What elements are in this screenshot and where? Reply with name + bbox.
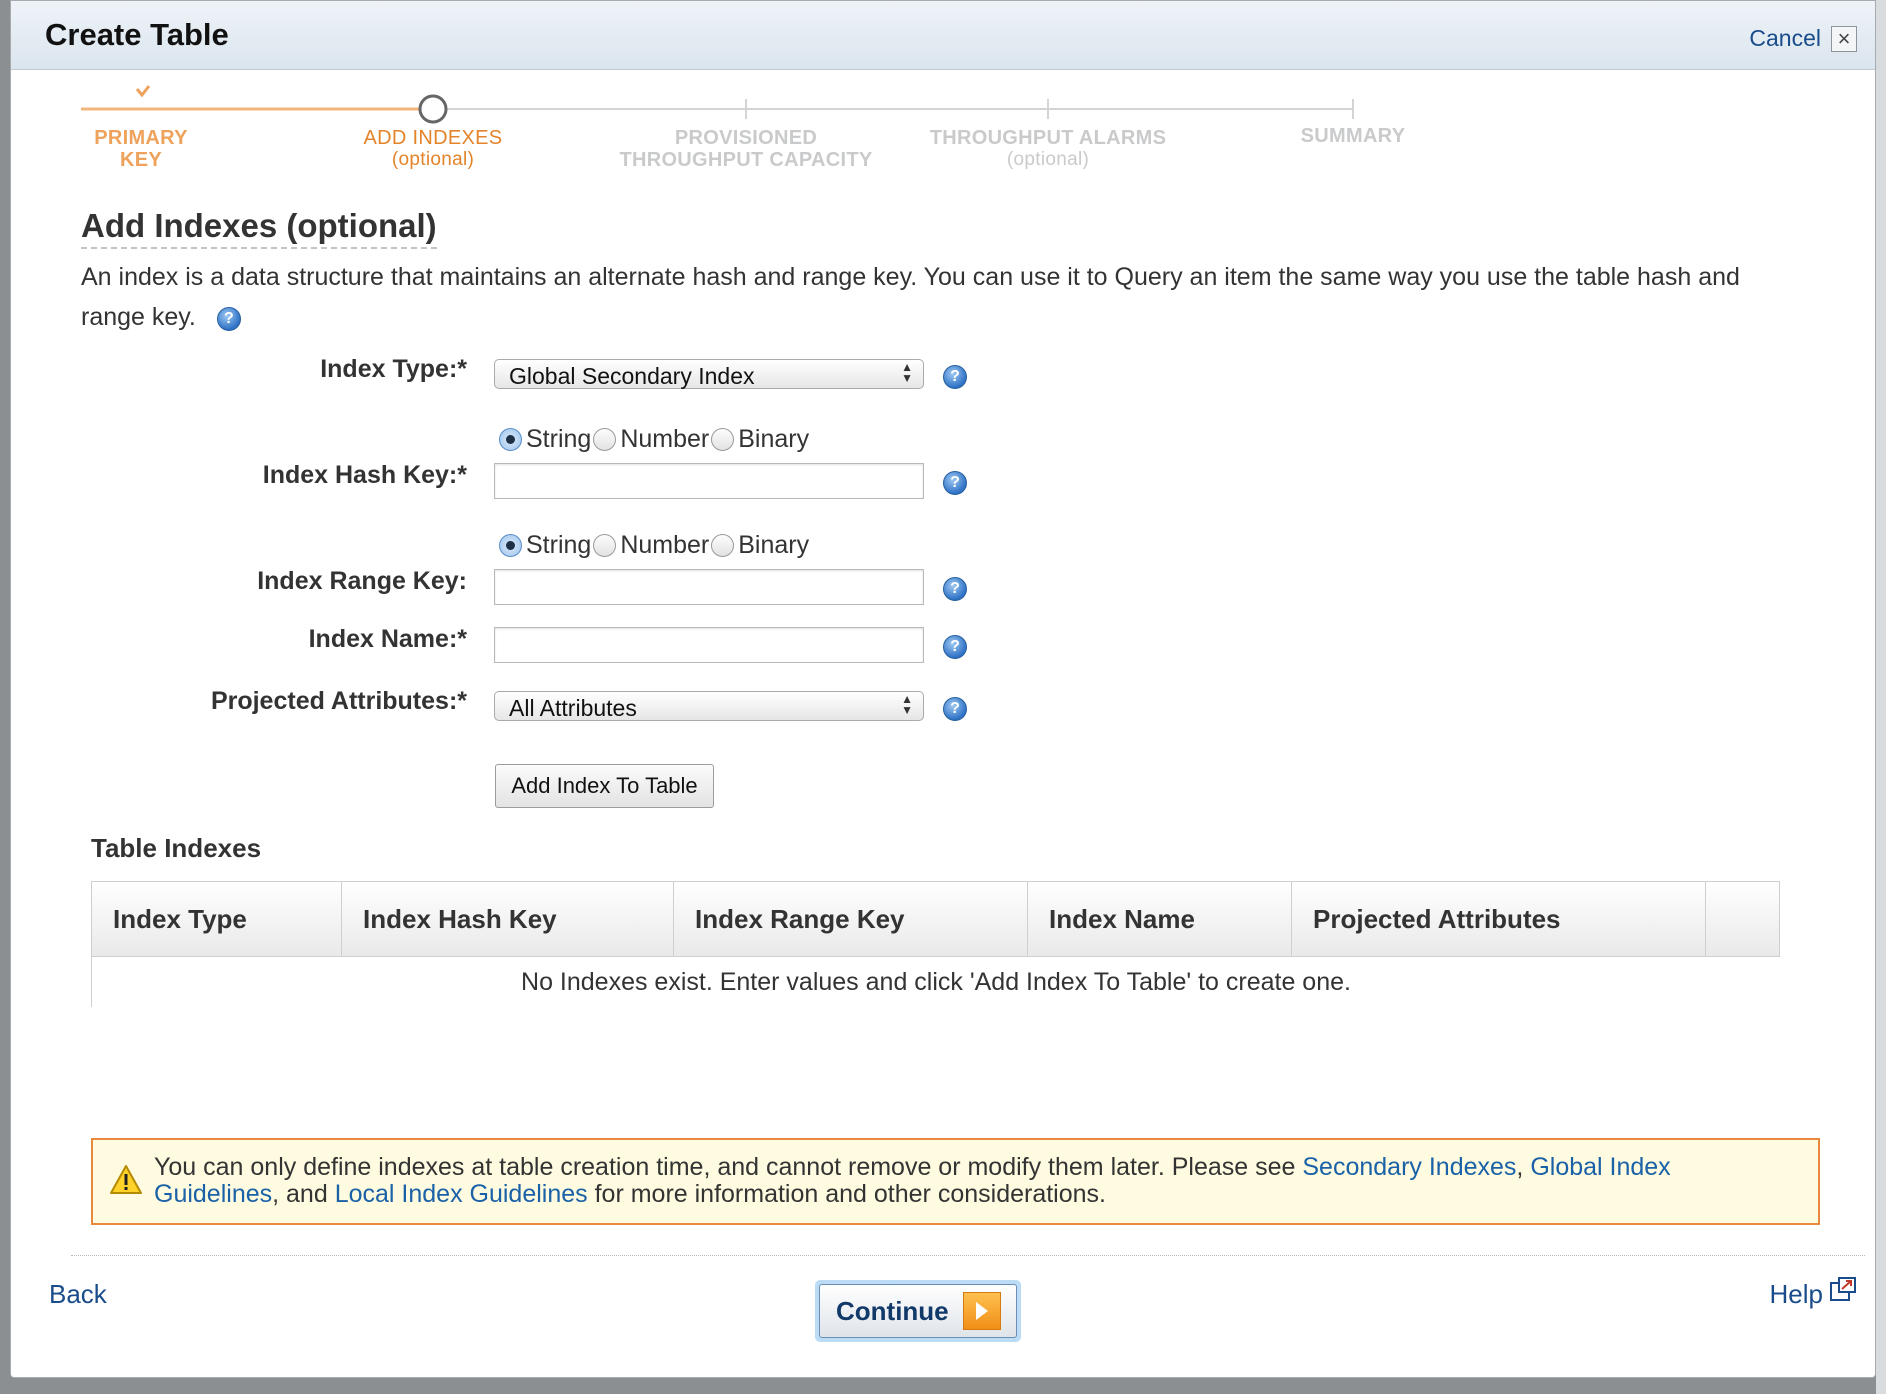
column-index-name[interactable]: Index Name bbox=[1028, 882, 1292, 956]
dialog-titlebar: Create Table Cancel × bbox=[11, 1, 1875, 70]
dialog-title: Create Table bbox=[45, 17, 229, 52]
footer-divider bbox=[71, 1255, 1865, 1256]
index-name-help-icon[interactable]: ? bbox=[943, 635, 967, 659]
column-index-hash-key[interactable]: Index Hash Key bbox=[342, 882, 674, 956]
description-text: An index is a data structure that mainta… bbox=[81, 263, 1740, 331]
range-key-type-radios: String Number Binary bbox=[499, 531, 809, 560]
step-add-indexes: ADD INDEXES (optional) bbox=[363, 127, 503, 170]
radio-button[interactable] bbox=[711, 534, 735, 557]
current-step-marker bbox=[418, 94, 448, 124]
help-icon[interactable]: ? bbox=[216, 307, 241, 331]
select-arrows-icon: ▲ ▼ bbox=[901, 692, 913, 717]
index-hash-key-input[interactable] bbox=[494, 463, 924, 499]
step-primary-key: PRIMARY KEY bbox=[94, 127, 188, 171]
step-provisioned-throughput: PROVISIONED THROUGHPUT CAPACITY bbox=[619, 127, 873, 171]
radio-button-checked[interactable] bbox=[499, 428, 522, 451]
projected-attributes-label: Projected Attributes:* bbox=[210, 687, 467, 715]
arrow-right-icon bbox=[962, 1292, 1001, 1330]
backdrop-right bbox=[1876, 0, 1886, 1394]
index-name-label: Index Name:* bbox=[308, 625, 467, 653]
column-index-range-key[interactable]: Index Range Key bbox=[674, 882, 1028, 956]
index-hash-key-label: Index Hash Key:* bbox=[262, 461, 467, 489]
index-name-input[interactable] bbox=[494, 627, 924, 663]
back-link[interactable]: Back bbox=[49, 1279, 107, 1310]
hash-key-type-number[interactable]: Number bbox=[593, 425, 709, 454]
local-index-guidelines-link[interactable]: Local Index Guidelines bbox=[335, 1180, 588, 1208]
close-icon[interactable]: × bbox=[1831, 25, 1857, 52]
warning-icon bbox=[110, 1165, 142, 1194]
radio-button[interactable] bbox=[711, 428, 735, 451]
index-range-key-input[interactable] bbox=[494, 569, 924, 605]
hash-key-help-icon[interactable]: ? bbox=[943, 471, 967, 495]
range-key-help-icon[interactable]: ? bbox=[943, 577, 967, 601]
index-type-select[interactable]: Global Secondary Index ▲ ▼ bbox=[494, 359, 924, 389]
projected-attributes-select[interactable]: All Attributes ▲ ▼ bbox=[494, 691, 924, 721]
continue-label: Continue bbox=[836, 1295, 949, 1326]
secondary-indexes-link[interactable]: Secondary Indexes bbox=[1302, 1153, 1516, 1181]
external-link-icon[interactable] bbox=[1829, 1277, 1857, 1303]
page-heading: Add Indexes (optional) bbox=[81, 207, 437, 249]
page-description: An index is a data structure that mainta… bbox=[81, 257, 1801, 337]
range-key-type-number[interactable]: Number bbox=[593, 531, 709, 560]
index-type-help-icon[interactable]: ? bbox=[943, 365, 967, 389]
step-throughput-alarms: THROUGHPUT ALARMS (optional) bbox=[929, 127, 1167, 170]
step-summary: SUMMARY bbox=[1300, 125, 1406, 147]
table-header-row: Index Type Index Hash Key Index Range Ke… bbox=[91, 881, 1780, 957]
hash-key-type-radios: String Number Binary bbox=[499, 425, 809, 454]
column-projected-attributes[interactable]: Projected Attributes bbox=[1292, 882, 1706, 956]
table-indexes: Index Type Index Hash Key Index Range Ke… bbox=[91, 881, 1780, 1007]
column-actions bbox=[1706, 882, 1779, 956]
index-range-key-label: Index Range Key: bbox=[257, 567, 467, 595]
check-icon bbox=[135, 85, 151, 98]
warning-notice: You can only define indexes at table cre… bbox=[91, 1138, 1820, 1225]
projected-attributes-help-icon[interactable]: ? bbox=[943, 697, 967, 721]
radio-button-checked[interactable] bbox=[499, 534, 522, 557]
range-key-type-binary[interactable]: Binary bbox=[711, 531, 809, 560]
cancel-link[interactable]: Cancel bbox=[1749, 25, 1821, 52]
continue-button[interactable]: Continue bbox=[815, 1280, 1021, 1342]
hash-key-type-binary[interactable]: Binary bbox=[711, 425, 809, 454]
projected-attributes-value: All Attributes bbox=[509, 695, 637, 721]
add-index-button[interactable]: Add Index To Table bbox=[495, 764, 714, 808]
table-empty-message: No Indexes exist. Enter values and click… bbox=[91, 957, 1780, 1007]
column-index-type[interactable]: Index Type bbox=[92, 882, 342, 956]
notice-text: You can only define indexes at table cre… bbox=[154, 1153, 1671, 1208]
radio-button[interactable] bbox=[593, 428, 617, 451]
index-type-value: Global Secondary Index bbox=[509, 363, 755, 389]
create-table-dialog: Create Table Cancel × PRIMARY KEY ADD IN… bbox=[10, 0, 1876, 1378]
index-type-label: Index Type:* bbox=[320, 355, 467, 383]
hash-key-type-string[interactable]: String bbox=[499, 425, 591, 454]
wizard-steps: PRIMARY KEY ADD INDEXES (optional) PROVI… bbox=[71, 81, 1431, 181]
range-key-type-string[interactable]: String bbox=[499, 531, 591, 560]
table-indexes-heading: Table Indexes bbox=[91, 833, 262, 863]
cancel-control[interactable]: Cancel × bbox=[1749, 25, 1857, 52]
help-link[interactable]: Help bbox=[1770, 1279, 1823, 1310]
select-arrows-icon: ▲ ▼ bbox=[901, 360, 913, 385]
radio-button[interactable] bbox=[593, 534, 617, 557]
